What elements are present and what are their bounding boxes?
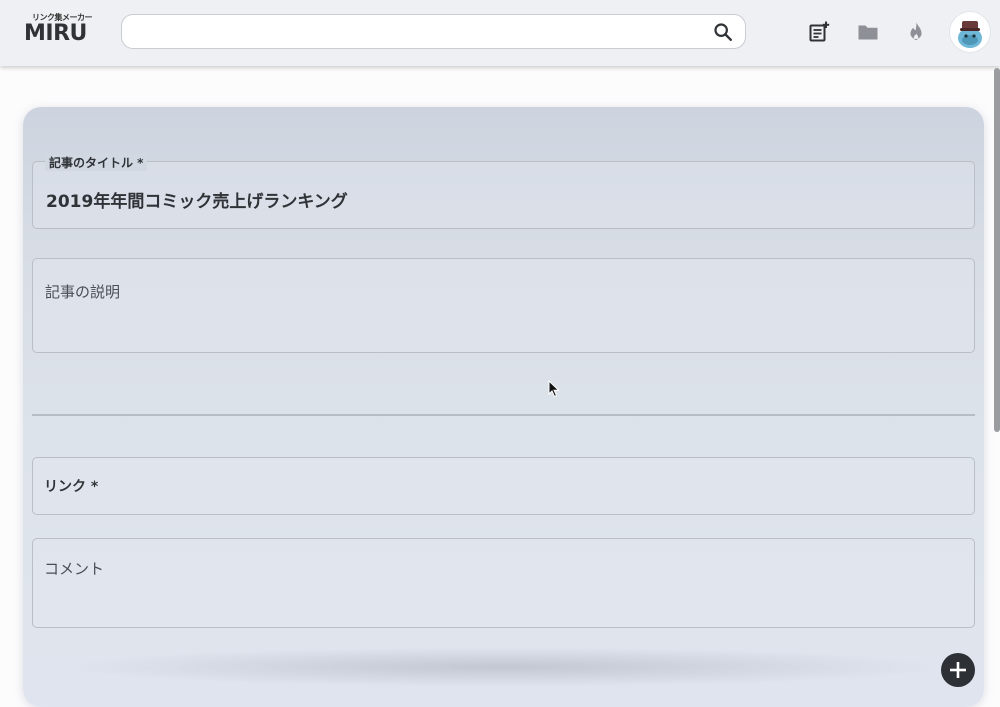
article-title-field[interactable]: 記事のタイトル * 2019年年間コミック売上げランキング (32, 154, 975, 229)
logo-title: MIRU (24, 21, 87, 46)
user-avatar[interactable] (950, 12, 990, 52)
section-divider (32, 414, 975, 416)
link-field[interactable]: リンク * (32, 457, 975, 515)
article-form-card: 記事のタイトル * 2019年年間コミック売上げランキング 記事の説明 リンク … (23, 107, 984, 707)
page-scrollbar[interactable] (994, 68, 1000, 432)
link-field-label: リンク * (44, 479, 99, 495)
add-link-button[interactable] (941, 653, 975, 687)
new-article-icon[interactable] (807, 20, 831, 44)
mouse-cursor-icon (548, 380, 560, 398)
app-header: リンク集メーカー MIRU (0, 0, 1000, 66)
comment-field[interactable]: コメント (32, 538, 975, 628)
article-title-value[interactable]: 2019年年間コミック売上げランキング (46, 187, 348, 212)
search-box[interactable] (121, 14, 746, 49)
article-description-placeholder: 記事の説明 (45, 283, 121, 301)
plus-icon (950, 662, 966, 678)
avatar-character-icon (958, 21, 982, 48)
article-description-field[interactable]: 記事の説明 (32, 258, 975, 353)
comment-field-placeholder: コメント (44, 560, 105, 578)
search-input[interactable] (134, 20, 704, 44)
search-icon[interactable] (712, 21, 734, 43)
article-title-label: 記事のタイトル * (45, 154, 148, 171)
app-logo[interactable]: リンク集メーカー MIRU (22, 12, 93, 52)
fire-icon[interactable] (904, 20, 928, 44)
link-card-shadow (63, 647, 943, 687)
folder-icon[interactable] (856, 20, 880, 44)
